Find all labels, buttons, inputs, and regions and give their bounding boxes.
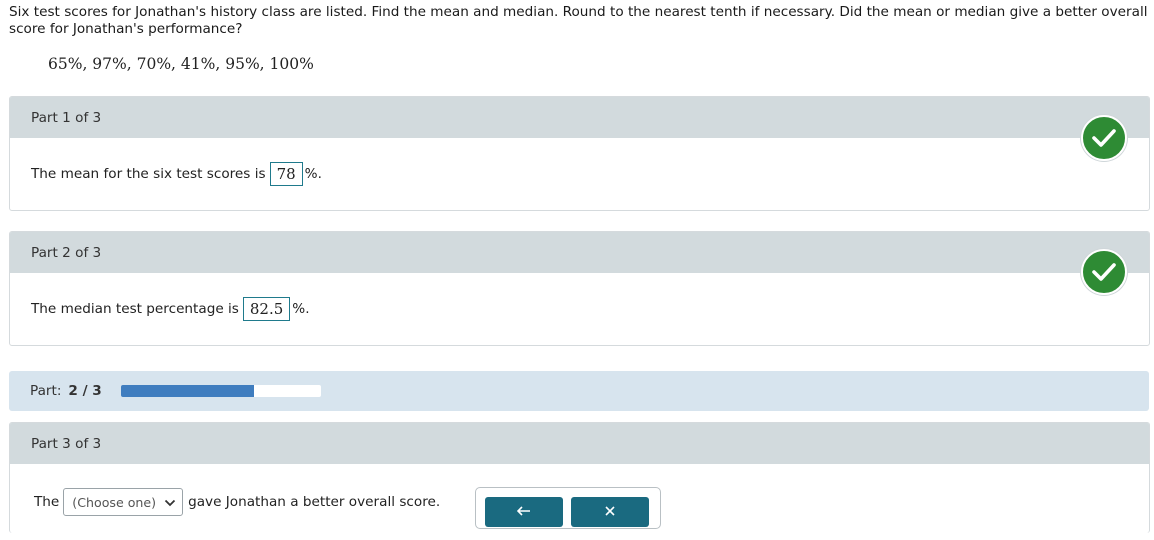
part-2-suffix: %. <box>292 301 310 317</box>
progress-value: 2 / 3 <box>68 383 102 399</box>
part-2-answer-field[interactable]: 82.5 <box>242 297 291 321</box>
question-text: Six test scores for Jonathan's history c… <box>9 4 1148 37</box>
part-2-body: The median test percentage is 82.5 %. <box>10 273 1149 345</box>
answer-toolbar <box>475 487 661 529</box>
progress-label: Part: <box>30 383 62 399</box>
part-2-prompt: The median test percentage is <box>31 301 239 317</box>
clear-button[interactable] <box>571 497 649 527</box>
part-1-panel: Part 1 of 3 The mean for the six test sc… <box>9 96 1150 211</box>
part-2-title: Part 2 of 3 <box>31 244 102 261</box>
part-3-prompt: The <box>34 494 60 510</box>
part-progress: Part: 2 / 3 <box>9 371 1149 411</box>
undo-icon <box>516 505 531 520</box>
part-1-header: Part 1 of 3 <box>10 97 1149 138</box>
part-3-title: Part 3 of 3 <box>31 435 102 452</box>
part-1-body: The mean for the six test scores is 78 %… <box>10 138 1149 210</box>
chevron-down-icon <box>164 495 176 510</box>
scores-list: 65%, 97%, 70%, 41%, 95%, 100% <box>48 55 314 73</box>
part-1-title: Part 1 of 3 <box>31 109 102 126</box>
part-1-checkmark-icon <box>1081 115 1127 161</box>
part-3-header: Part 3 of 3 <box>10 423 1149 464</box>
dropdown-value: (Choose one) <box>72 494 157 510</box>
part-2-checkmark-icon <box>1081 249 1127 295</box>
clear-x-icon <box>604 505 616 521</box>
part-1-prompt: The mean for the six test scores is <box>31 166 266 182</box>
part-2-panel: Part 2 of 3 The median test percentage i… <box>9 231 1150 346</box>
progress-bar <box>120 385 321 397</box>
part-1-suffix: %. <box>304 166 322 182</box>
part-2-header: Part 2 of 3 <box>10 232 1149 273</box>
progress-bar-fill <box>120 385 255 397</box>
part-1-answer-field[interactable]: 78 <box>269 162 303 186</box>
part-3-answer-dropdown[interactable]: (Choose one) <box>63 488 184 516</box>
undo-button[interactable] <box>485 497 563 527</box>
part-3-suffix: gave Jonathan a better overall score. <box>188 494 441 510</box>
